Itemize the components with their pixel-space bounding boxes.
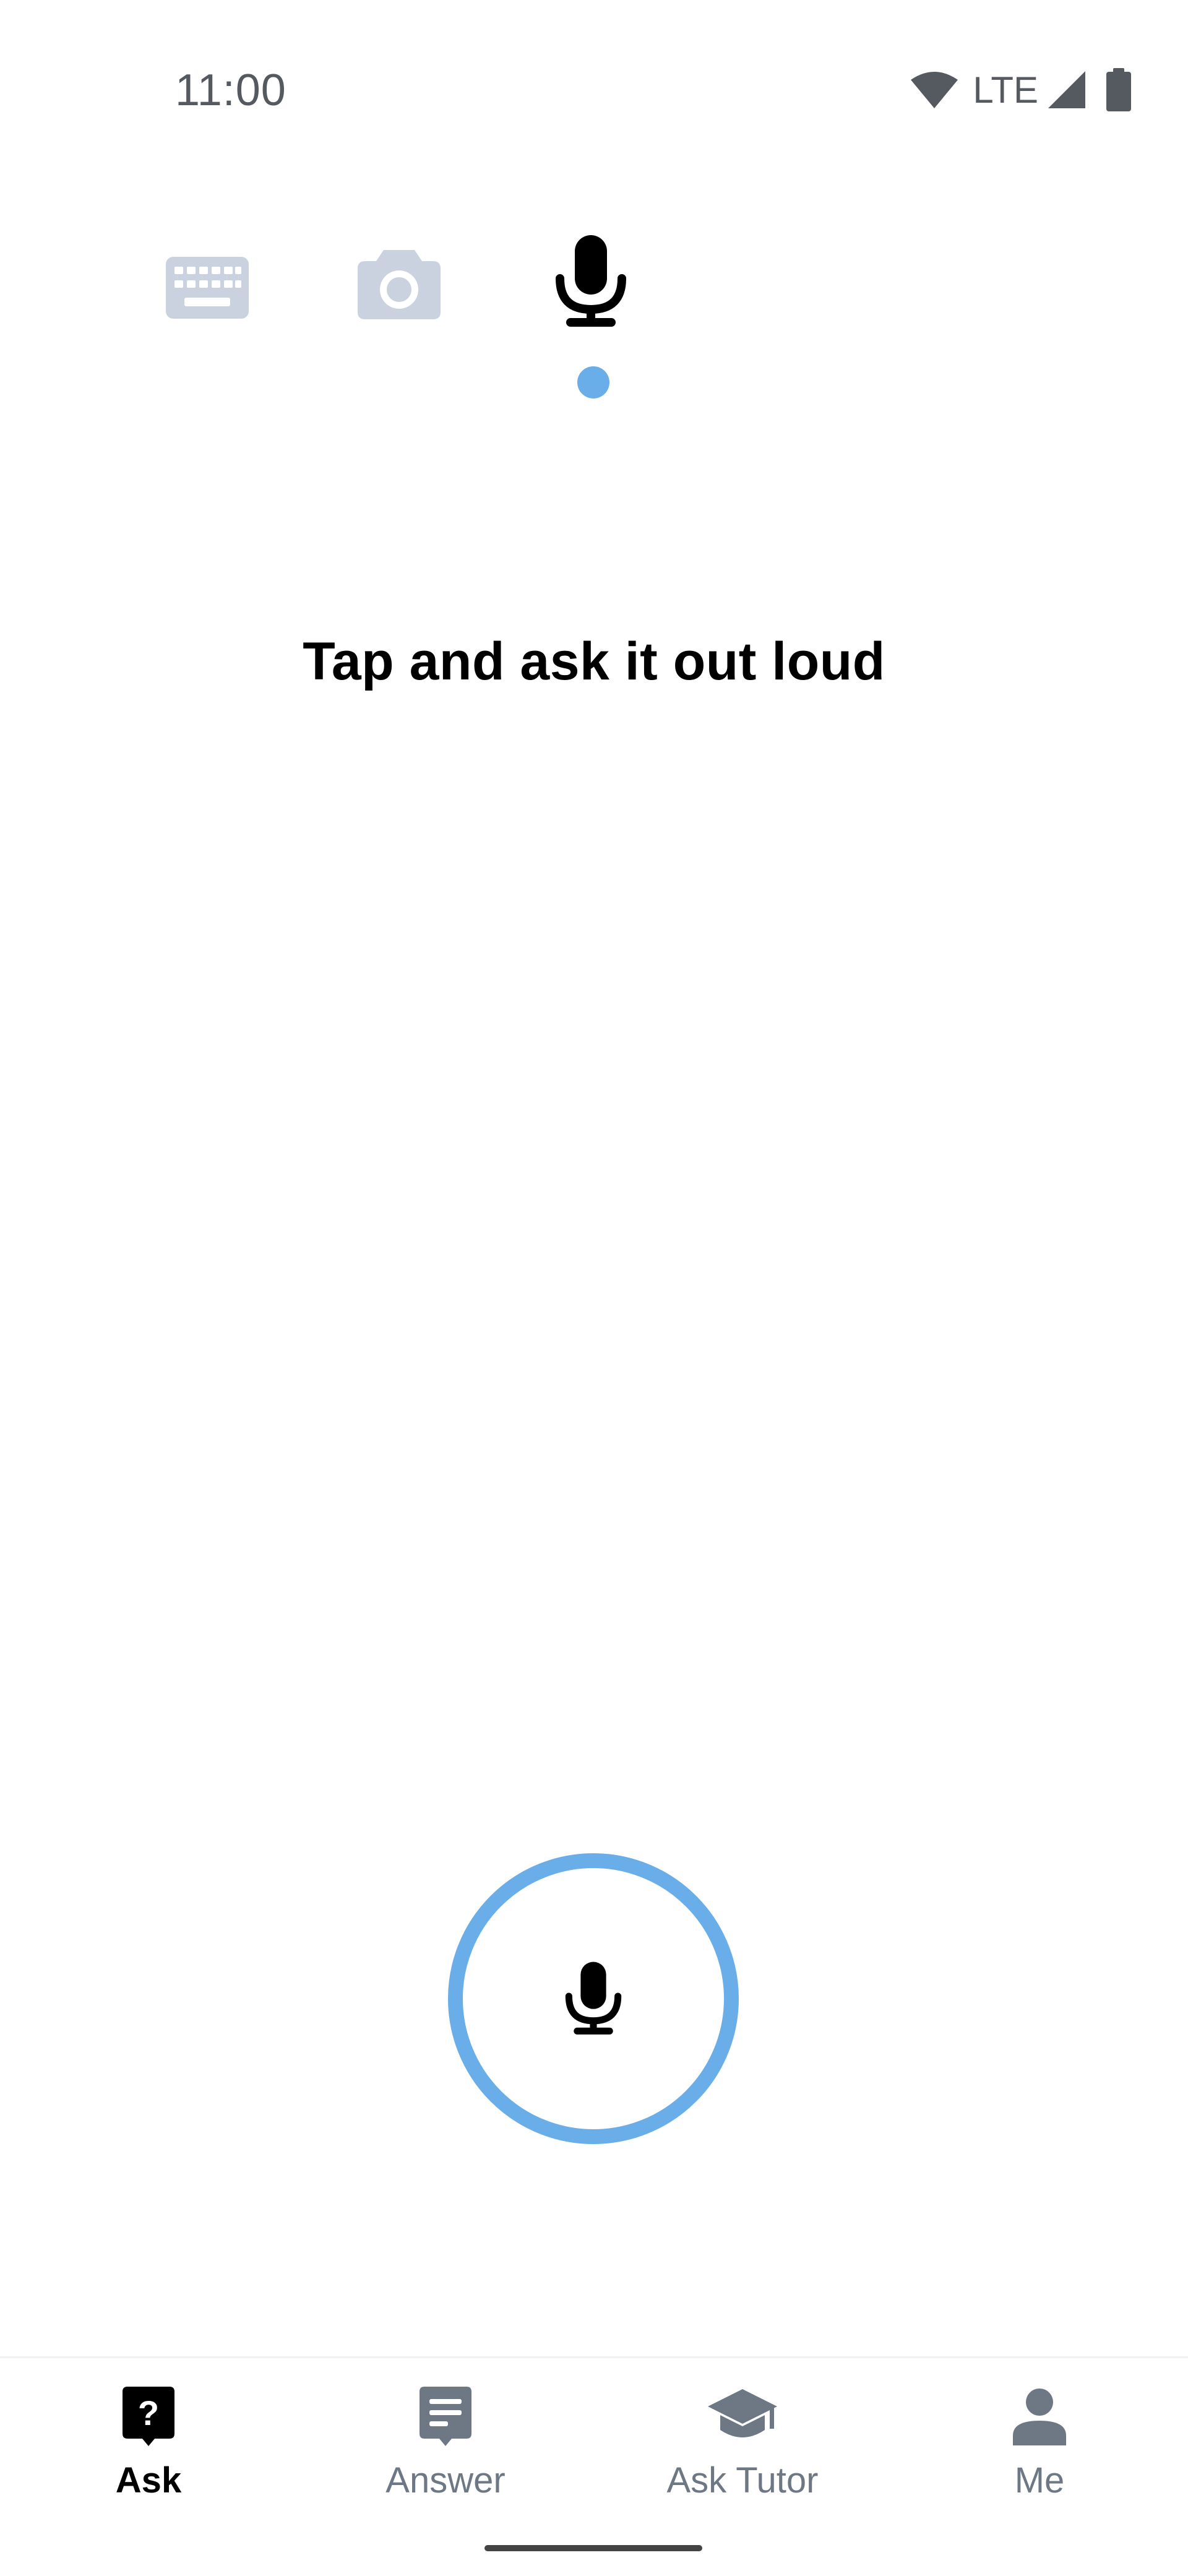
nav-item-ask-tutor[interactable]: Ask Tutor (594, 2383, 891, 2519)
status-icons: LTE (910, 65, 1132, 114)
tab-voice[interactable] (544, 229, 637, 334)
keyboard-icon (166, 257, 249, 319)
graduation-cap-icon (708, 2389, 777, 2437)
record-button[interactable] (448, 1853, 739, 2144)
voice-prompt: Tap and ask it out loud (303, 632, 885, 691)
network-type: LTE (973, 69, 1038, 111)
home-indicator[interactable] (484, 2545, 702, 2551)
nav-label-answer: Answer (385, 2460, 506, 2501)
battery-icon (1106, 68, 1131, 111)
microphone-icon (556, 235, 626, 327)
status-bar: 11:00 LTE (0, 0, 1188, 186)
active-tab-indicator (577, 366, 609, 398)
wifi-icon (911, 72, 958, 108)
nav-label-ask: Ask (115, 2460, 182, 2501)
nav-item-answer[interactable]: Answer (297, 2383, 594, 2519)
person-icon (1013, 2389, 1066, 2445)
svg-text:?: ? (138, 2393, 159, 2432)
question-bubble-icon: ? (123, 2387, 174, 2446)
microphone-icon (565, 1962, 622, 2035)
tab-keyboard[interactable] (158, 248, 257, 328)
answer-bubble-icon (420, 2387, 471, 2446)
tab-camera[interactable] (353, 241, 446, 328)
nav-label-ask-tutor: Ask Tutor (666, 2460, 819, 2501)
cell-signal-icon (1048, 71, 1085, 108)
status-time: 11:00 (175, 66, 286, 115)
nav-item-ask[interactable]: ? Ask (0, 2383, 297, 2519)
bottom-nav: ? Ask Answer Ask Tutor Me (0, 2356, 1188, 2576)
nav-item-me[interactable]: Me (891, 2383, 1188, 2519)
camera-icon (358, 250, 441, 319)
nav-label-me: Me (1014, 2460, 1065, 2501)
